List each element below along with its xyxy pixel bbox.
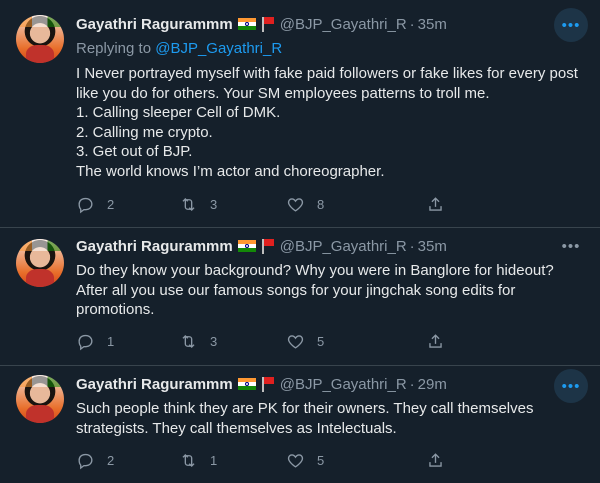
like-count: 8	[317, 196, 325, 212]
retweet-icon	[182, 334, 195, 348]
replying-prefix: Replying to	[76, 40, 156, 57]
more-button[interactable]: •••	[554, 369, 588, 403]
like-button[interactable]: 8	[286, 195, 426, 214]
red-flag-icon	[261, 16, 275, 32]
tweet-header: Gayathri Ragurammm @BJP_Gayathri_R · 29m	[76, 374, 447, 394]
text-line: strategists. They call themselves as Int…	[76, 419, 397, 437]
india-flag-icon	[237, 378, 256, 390]
like-button[interactable]: 5	[286, 332, 426, 351]
like-button[interactable]: 5	[286, 451, 426, 470]
separator-dot: ·	[409, 15, 415, 33]
retweet-button[interactable]: 1	[179, 451, 286, 470]
share-button[interactable]	[426, 451, 445, 470]
text-line: 3. Get out of BJP.	[76, 143, 193, 161]
retweet-count: 1	[210, 452, 218, 468]
tweet-text: Such people think they are PK for their …	[76, 399, 576, 438]
text-line: like you do for others. Your SM employee…	[76, 84, 490, 102]
retweet-count: 3	[210, 333, 218, 349]
avatar[interactable]	[16, 15, 64, 63]
timestamp[interactable]: 35m	[418, 16, 447, 33]
text-line: 2. Calling me crypto.	[76, 123, 213, 141]
tweet-text: I Never portrayed myself with fake paid …	[76, 64, 578, 182]
reply-icon	[78, 453, 93, 469]
reply-button[interactable]: 2	[76, 451, 179, 470]
like-count: 5	[317, 333, 325, 349]
reply-count: 2	[107, 196, 115, 212]
retweet-button[interactable]: 3	[179, 332, 286, 351]
india-flag-icon	[237, 18, 256, 30]
avatar[interactable]	[16, 375, 64, 423]
india-flag-icon	[237, 240, 256, 252]
reply-button[interactable]: 1	[76, 332, 179, 351]
like-icon	[287, 453, 304, 468]
author-name[interactable]: Gayathri Ragurammm	[76, 376, 233, 393]
reply-button[interactable]: 2	[76, 195, 179, 214]
retweet-icon	[182, 453, 195, 467]
author-handle[interactable]: @BJP_Gayathri_R	[280, 16, 407, 33]
separator-dot: ·	[409, 237, 415, 255]
red-flag-icon	[261, 238, 275, 254]
tweet[interactable]: Gayathri Ragurammm @BJP_Gayathri_R · 35m…	[0, 228, 600, 366]
author-handle[interactable]: @BJP_Gayathri_R	[280, 238, 407, 255]
more-icon: •••	[561, 377, 581, 395]
more-button[interactable]: •••	[554, 8, 588, 42]
replying-mention-link[interactable]: @BJP_Gayathri_R	[155, 40, 282, 57]
action-bar: 2 1 5	[76, 448, 506, 472]
reply-count: 2	[107, 452, 115, 468]
text-line: I Never portrayed myself with fake paid …	[76, 65, 578, 82]
author-name[interactable]: Gayathri Ragurammm	[76, 238, 233, 255]
tweet-text: Do they know your background? Why you we…	[76, 261, 576, 320]
separator-dot: ·	[409, 375, 415, 393]
tweet-header: Gayathri Ragurammm @BJP_Gayathri_R · 35m	[76, 236, 447, 256]
author-handle[interactable]: @BJP_Gayathri_R	[280, 376, 407, 393]
text-line: After all you use our famous songs for y…	[76, 281, 516, 299]
tweet-header: Gayathri Ragurammm @BJP_Gayathri_R · 35m	[76, 14, 447, 34]
like-icon	[287, 197, 304, 212]
retweet-icon	[182, 197, 195, 211]
share-icon	[429, 452, 442, 467]
timestamp[interactable]: 29m	[418, 376, 447, 393]
like-icon	[287, 334, 304, 349]
tweet[interactable]: Gayathri Ragurammm @BJP_Gayathri_R · 29m…	[0, 366, 600, 483]
share-button[interactable]	[426, 332, 445, 351]
more-icon: •••	[561, 237, 581, 255]
replying-to: Replying to @BJP_Gayathri_R	[76, 40, 282, 57]
text-line: Such people think they are PK for their …	[76, 400, 534, 417]
share-icon	[429, 196, 442, 211]
retweet-button[interactable]: 3	[179, 195, 286, 214]
more-icon: •••	[561, 16, 581, 34]
text-line: promotions.	[76, 301, 155, 319]
action-bar: 1 3 5	[76, 329, 506, 353]
reply-count: 1	[107, 333, 115, 349]
red-flag-icon	[261, 376, 275, 392]
text-line: Do they know your background? Why you we…	[76, 262, 554, 279]
reply-icon	[78, 197, 93, 213]
text-line: 1. Calling sleeper Cell of DMK.	[76, 104, 281, 122]
like-count: 5	[317, 452, 325, 468]
share-button[interactable]	[426, 195, 445, 214]
retweet-count: 3	[210, 196, 218, 212]
tweet[interactable]: Gayathri Ragurammm @BJP_Gayathri_R · 35m…	[0, 0, 600, 228]
share-icon	[429, 333, 442, 348]
reply-icon	[78, 334, 93, 350]
more-button[interactable]: •••	[554, 229, 588, 263]
action-bar: 2 3 8	[76, 192, 506, 216]
author-name[interactable]: Gayathri Ragurammm	[76, 16, 233, 33]
timestamp[interactable]: 35m	[418, 238, 447, 255]
text-line: The world knows I’m actor and choreograp…	[76, 162, 385, 180]
avatar[interactable]	[16, 239, 64, 287]
